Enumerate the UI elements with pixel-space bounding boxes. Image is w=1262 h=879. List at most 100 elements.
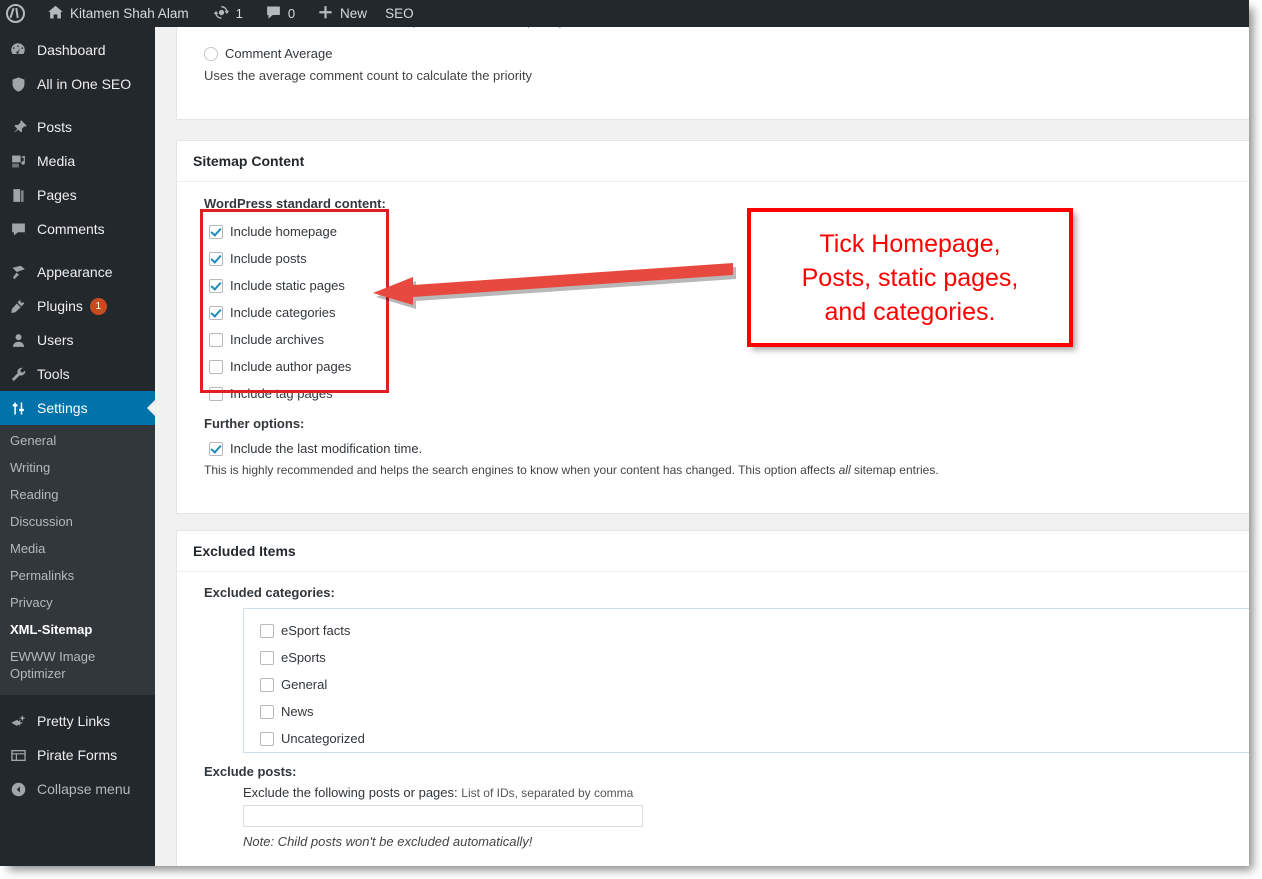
exclude-posts-input[interactable] xyxy=(243,805,643,827)
esports-checkbox[interactable] xyxy=(260,650,274,665)
comments-menu[interactable]: 0 xyxy=(251,0,303,27)
sidebar-item-dashboard[interactable]: Dashboard xyxy=(0,33,155,67)
site-name-menu[interactable]: Kitamen Shah Alam xyxy=(33,0,197,27)
exclude-field-hint: List of IDs, separated by comma xyxy=(461,786,634,800)
sidebar-item-all-in-one-seo[interactable]: All in One SEO xyxy=(0,67,155,101)
seo-menu[interactable]: SEO xyxy=(375,0,422,27)
sidebar-item-pages[interactable]: Pages xyxy=(0,178,155,212)
general-checkbox[interactable] xyxy=(260,677,274,692)
comment-bubble-icon xyxy=(265,4,282,24)
sidebar-item-plugins[interactable]: Plugins 1 xyxy=(0,289,155,323)
sidebar-item-collapse-menu[interactable]: Collapse menu xyxy=(0,772,155,806)
sidebar-subitem-ewww-image-optimizer[interactable]: EWWW Image Optimizer xyxy=(0,643,106,687)
include-categories-checkbox[interactable] xyxy=(209,305,223,320)
radio-row-comment-average[interactable]: Comment Average xyxy=(204,40,1233,67)
checkbox-row-include-tag-pages[interactable]: Include tag pages xyxy=(209,380,1233,407)
checkbox-label: Include the last modification time. xyxy=(230,441,423,456)
further-options-description: This is highly recommended and helps the… xyxy=(204,462,1233,478)
clipped-description: Uses the number of comments of the post … xyxy=(204,27,1233,30)
plugins-update-badge: 1 xyxy=(89,297,107,315)
user-icon xyxy=(8,330,28,350)
sidebar-subitem-writing[interactable]: Writing xyxy=(0,454,155,481)
sidebar-item-comments[interactable]: Comments xyxy=(0,212,155,246)
page-icon xyxy=(8,185,28,205)
panel-excluded-items: Excluded Items Excluded categories: eSpo… xyxy=(176,530,1249,866)
sidebar-item-label: Plugins xyxy=(37,298,83,314)
sidebar-item-label: Collapse menu xyxy=(37,781,131,797)
plug-icon xyxy=(8,296,28,316)
comment-average-label: Comment Average xyxy=(225,46,333,61)
panel-sitemap-content: Sitemap Content WordPress standard conte… xyxy=(176,140,1249,514)
checkbox-row-uncategorized[interactable]: Uncategorized xyxy=(244,725,1249,752)
exclude-posts-note: Note: Child posts won't be excluded auto… xyxy=(243,834,533,849)
sidebar-subitem-reading[interactable]: Reading xyxy=(0,481,155,508)
sidebar-item-label: Comments xyxy=(37,221,105,237)
sidebar-item-media[interactable]: Media xyxy=(0,144,155,178)
further-desc-emphasis: all xyxy=(838,463,851,477)
callout-line-2: Posts, static pages, xyxy=(801,263,1019,292)
sidebar-subitem-privacy[interactable]: Privacy xyxy=(0,589,155,616)
excluded-items-title: Excluded Items xyxy=(177,531,1249,572)
sidebar-item-label: Pirate Forms xyxy=(37,747,118,763)
include-last-modification-time-checkbox[interactable] xyxy=(209,441,223,456)
checkbox-row-include-author-pages[interactable]: Include author pages xyxy=(209,353,1233,380)
sidebar-subitem-discussion[interactable]: Discussion xyxy=(0,508,155,535)
news-checkbox[interactable] xyxy=(260,704,274,719)
checkbox-label: Include static pages xyxy=(230,278,345,293)
sidebar-item-pirate-forms[interactable]: Pirate Forms xyxy=(0,738,155,772)
settings-submenu: General Writing Reading Discussion Media… xyxy=(0,425,155,695)
excluded-categories-listbox[interactable]: eSport facts eSports General News Uncate… xyxy=(243,608,1249,753)
brush-icon xyxy=(8,262,28,282)
comment-average-radio[interactable] xyxy=(204,46,218,61)
checkbox-row-include-archives[interactable]: Include archives xyxy=(209,326,1233,353)
further-desc-pre: This is highly recommended and helps the… xyxy=(204,463,839,477)
sidebar-item-settings[interactable]: Settings xyxy=(0,391,155,425)
sidebar-subitem-general[interactable]: General xyxy=(0,427,155,454)
include-archives-checkbox[interactable] xyxy=(209,332,223,347)
sidebar-item-label: All in One SEO xyxy=(37,76,132,92)
sitemap-content-title: Sitemap Content xyxy=(177,141,1249,182)
category-label: Uncategorized xyxy=(281,731,365,746)
wrench-icon xyxy=(8,364,28,384)
esport-facts-checkbox[interactable] xyxy=(260,623,274,638)
dashboard-icon xyxy=(8,40,28,60)
checkbox-row-include-homepage[interactable]: Include homepage xyxy=(209,218,1233,245)
updates-menu[interactable]: 1 xyxy=(197,0,251,27)
include-tag-pages-checkbox[interactable] xyxy=(209,386,223,401)
sidebar-item-pretty-links[interactable]: Pretty Links xyxy=(0,704,155,738)
annotation-callout: Tick Homepage, Posts, static pages, and … xyxy=(747,208,1073,347)
checkbox-row-last-modification-time[interactable]: Include the last modification time. xyxy=(204,435,1233,462)
sidebar-item-tools[interactable]: Tools xyxy=(0,357,155,391)
excluded-categories-label: Excluded categories: xyxy=(204,585,335,600)
sidebar-subitem-media[interactable]: Media xyxy=(0,535,155,562)
include-homepage-checkbox[interactable] xyxy=(209,224,223,239)
checkbox-row-general[interactable]: General xyxy=(244,671,1249,698)
uncategorized-checkbox[interactable] xyxy=(260,731,274,746)
wp-logo-menu[interactable] xyxy=(0,0,33,27)
exclude-field-caption: Exclude the following posts or pages: Li… xyxy=(243,785,1233,800)
wordpress-standard-content-label: WordPress standard content: xyxy=(204,196,386,211)
category-label: General xyxy=(281,677,328,692)
checkbox-label: Include categories xyxy=(230,305,336,320)
sidebar-item-posts[interactable]: Posts xyxy=(0,110,155,144)
sidebar-item-appearance[interactable]: Appearance xyxy=(0,255,155,289)
callout-line-1: Tick Homepage, xyxy=(819,229,1001,258)
sidebar-subitem-permalinks[interactable]: Permalinks xyxy=(0,562,155,589)
sidebar-item-users[interactable]: Users xyxy=(0,323,155,357)
updates-count: 1 xyxy=(235,6,243,21)
sidebar-subitem-xml-sitemap[interactable]: XML-Sitemap xyxy=(0,616,155,643)
include-author-pages-checkbox[interactable] xyxy=(209,359,223,374)
checkbox-row-esports[interactable]: eSports xyxy=(244,644,1249,671)
comments-count: 0 xyxy=(287,6,296,21)
checkbox-row-esport-facts[interactable]: eSport facts xyxy=(244,617,1249,644)
admin-sidebar: Dashboard All in One SEO Posts Media Pag… xyxy=(0,27,155,866)
annotation-arrow xyxy=(373,263,736,309)
include-static-pages-checkbox[interactable] xyxy=(209,278,223,293)
category-label: eSport facts xyxy=(281,623,351,638)
checkbox-row-news[interactable]: News xyxy=(244,698,1249,725)
main-content: Uses the number of comments of the post … xyxy=(155,27,1249,866)
callout-line-3: and categories. xyxy=(824,297,996,326)
new-content-menu[interactable]: New xyxy=(303,0,375,27)
screenshot-frame: Kitamen Shah Alam 1 0 New SEO Dashboard … xyxy=(0,0,1249,866)
include-posts-checkbox[interactable] xyxy=(209,251,223,266)
